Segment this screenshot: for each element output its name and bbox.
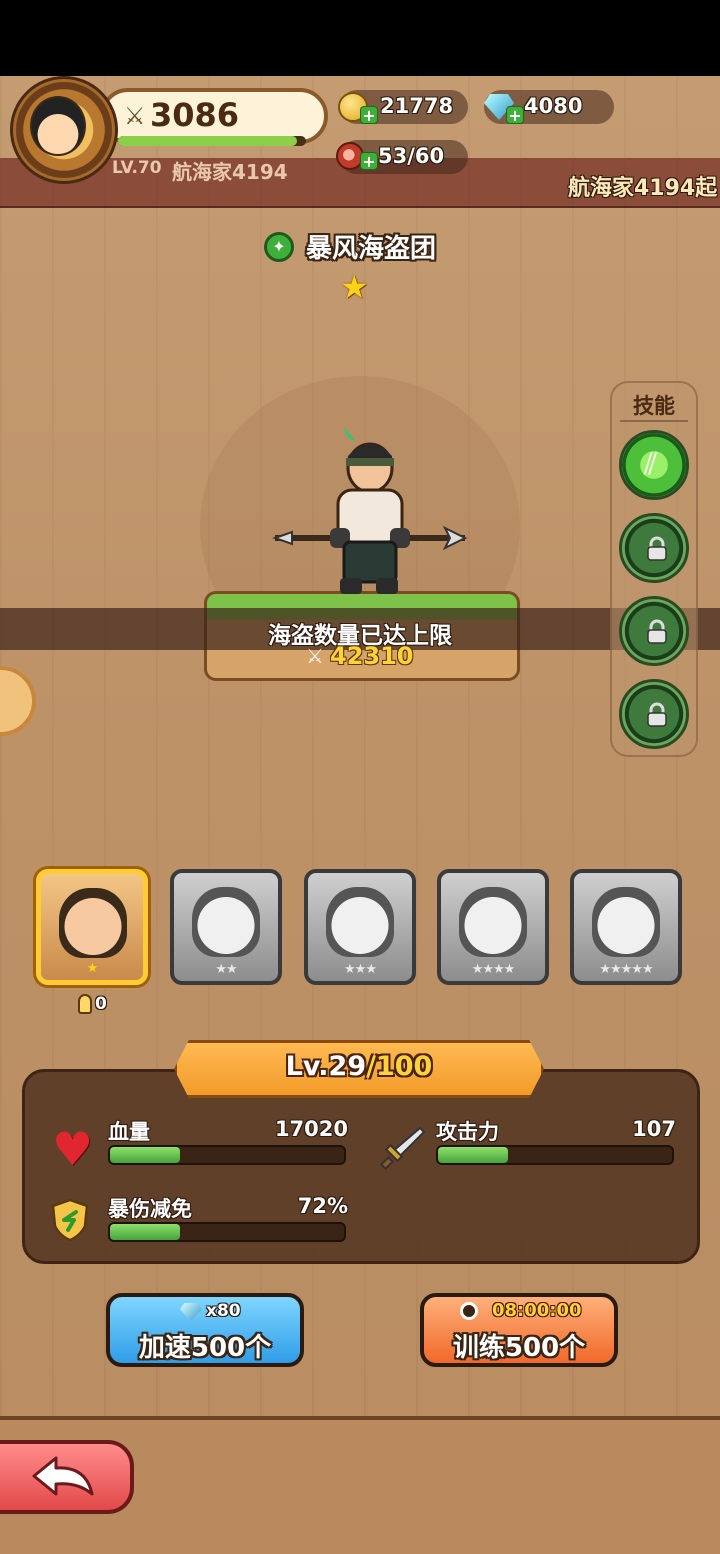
pirate-portrait — [192, 887, 260, 957]
pirate-count: 0 — [95, 994, 107, 1014]
ticker-text: 航海家4194起 — [568, 176, 718, 201]
gem-icon — [180, 1303, 202, 1321]
atk-bar — [436, 1145, 674, 1165]
train-label: 训练500个 — [452, 1333, 586, 1363]
pirate-portrait — [459, 887, 527, 957]
add-stamina-icon[interactable]: + — [360, 152, 378, 171]
level-current: 29 — [328, 1051, 367, 1082]
train-button[interactable]: 08:00:00 训练500个 — [420, 1293, 618, 1367]
player-level: LV.70 — [112, 158, 162, 178]
level-prefix: Lv. — [285, 1051, 329, 1082]
skills-title: 技能 — [633, 394, 675, 418]
hp-value: 17020 — [274, 1117, 348, 1141]
sword-icon — [380, 1126, 426, 1170]
speedup-button[interactable]: x80 加速500个 — [106, 1293, 304, 1367]
atk-bar-fill — [438, 1147, 509, 1163]
back-button[interactable] — [0, 1440, 134, 1514]
lock-icon — [647, 702, 667, 727]
stamina-value: 53/60 — [378, 144, 445, 168]
atk-value: 107 — [632, 1117, 676, 1141]
pirate-card-5[interactable]: ★★★★★ — [570, 869, 682, 985]
atk-label: 攻击力 — [436, 1120, 499, 1144]
faction-name: 暴风海盗团 — [306, 234, 437, 264]
lock-icon — [647, 536, 667, 561]
crossed-swords-icon: ⚔ — [124, 102, 146, 130]
crit-bar — [108, 1222, 346, 1242]
pirate-portrait — [326, 887, 394, 957]
troop-power-value: 42310 — [330, 642, 414, 670]
card-stars: ★★★★ — [471, 962, 516, 977]
hp-bar-fill — [110, 1147, 181, 1163]
crit-bar-fill — [110, 1224, 181, 1240]
pirate-card-4[interactable]: ★★★★ — [437, 869, 549, 985]
card-stars: ★ — [86, 961, 99, 976]
speedup-label: 加速500个 — [138, 1333, 272, 1363]
pirate-character[interactable] — [270, 428, 470, 608]
game-screen: 航海家4194起 ⚔ 3086 LV.70 航海家4194 + 21778 + … — [0, 76, 720, 1554]
card-stars: ★★ — [215, 962, 237, 977]
crit-value: 72% — [297, 1194, 348, 1218]
rank-star-icon: ★ — [340, 268, 369, 306]
lock-icon — [647, 619, 667, 644]
pirate-portrait — [592, 887, 660, 957]
gem-value: 4080 — [524, 94, 583, 118]
pirate-count-icon — [78, 994, 92, 1014]
skill-slot-2[interactable] — [619, 513, 689, 583]
claw-icon: ⫽ — [644, 447, 658, 482]
level-max: /100 — [366, 1051, 433, 1082]
skill-slot-4[interactable] — [619, 679, 689, 749]
faction-emblem-icon: ✦ — [264, 232, 294, 262]
power-progress-fill — [118, 136, 297, 146]
power-value: 3086 — [150, 96, 240, 134]
card-stars: ★★★ — [344, 962, 377, 977]
pirate-card-2[interactable]: ★★ — [170, 869, 282, 985]
back-arrow-icon — [32, 1456, 94, 1496]
pirate-card-1[interactable]: ★ — [36, 869, 148, 985]
speedup-cost: x80 — [206, 1301, 241, 1321]
level-label: Lv.29/100 — [174, 1051, 544, 1082]
crit-label: 暴伤减免 — [108, 1197, 192, 1221]
skill-slot-3[interactable] — [619, 596, 689, 666]
player-name: 航海家4194 — [172, 160, 288, 184]
train-timer: 08:00:00 — [492, 1300, 582, 1321]
card-stars: ★★★★★ — [599, 962, 653, 977]
troop-power-icon: ⚔ — [306, 644, 324, 668]
side-menu-button[interactable] — [0, 666, 36, 736]
hp-label: 血量 — [108, 1120, 150, 1144]
pirate-card-3[interactable]: ★★★ — [304, 869, 416, 985]
shield-icon — [51, 1198, 89, 1242]
heart-icon: ♥ — [52, 1122, 94, 1176]
skill-slot-1[interactable]: ⫽ — [619, 430, 689, 500]
add-gold-icon[interactable]: + — [360, 106, 378, 125]
pirate-portrait — [59, 888, 127, 958]
gold-value: 21778 — [380, 94, 454, 118]
avatar — [30, 96, 86, 156]
hp-bar — [108, 1145, 346, 1165]
add-gem-icon[interactable]: + — [506, 106, 524, 125]
clock-icon — [460, 1302, 478, 1320]
skills-divider — [620, 420, 688, 422]
